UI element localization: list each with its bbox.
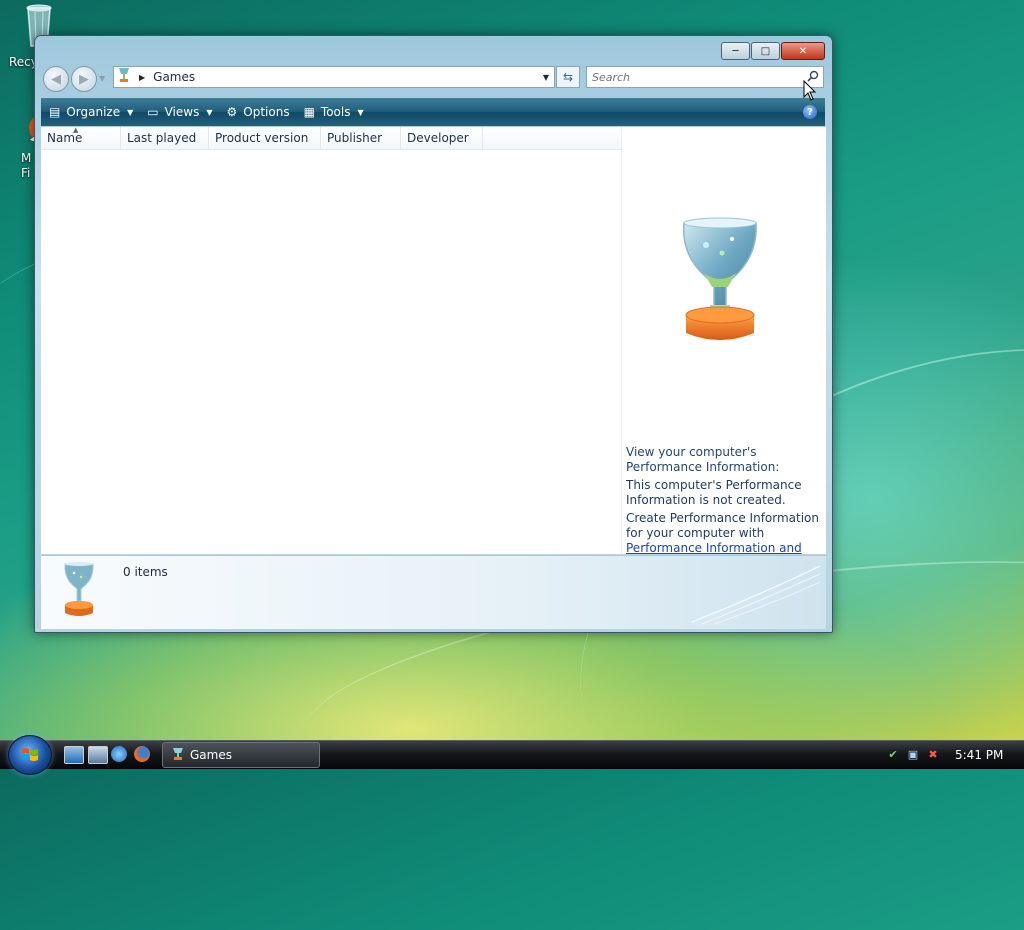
column-label: Last played [127,131,197,145]
search-box[interactable] [586,66,824,88]
column-headers: ▲ Name Last played Product version Publi… [41,126,621,150]
security-center-icon[interactable]: ✔ [885,748,901,762]
address-field[interactable]: ▶ Games ▼ [113,66,555,88]
column-label: Publisher [327,131,383,145]
performance-info-title: View your computer's Performance Informa… [626,445,780,474]
games-trophy-icon [172,747,184,764]
clock[interactable]: 5:41 PM [955,748,1003,762]
back-button[interactable]: ◀ [43,66,69,92]
trophy-icon [682,217,757,340]
views-menu-button[interactable]: ▭ Views ▼ [147,105,212,119]
trophy-icon [64,562,94,616]
switch-windows-quicklaunch[interactable] [88,746,108,764]
details-pane: 0 items [41,555,826,629]
taskbar: Games ✔ ▣ ✖ 5:41 PM [0,735,1024,775]
column-label: Product version [215,131,309,145]
preview-pane: View your computer's Performance Informa… [622,127,826,570]
sort-ascending-icon: ▲ [73,126,79,134]
maximize-button[interactable]: □ [751,42,780,60]
internet-explorer-quicklaunch[interactable] [111,746,127,762]
command-bar: ▤ Organize ▼ ▭ Views ▼ ⚙ Options ▦ Tools… [41,98,825,126]
breadcrumb-games[interactable]: Games [153,70,195,84]
details-swoosh-decoration [692,565,821,624]
chevron-down-icon: ▼ [206,107,213,117]
performance-info-action-text: Create Performance Information for your … [626,511,820,540]
volume-muted-icon[interactable]: ✖ [925,748,941,762]
refresh-button[interactable]: ⇆ [556,66,580,88]
item-count: 0 items [123,565,168,579]
mouse-cursor-icon [803,80,817,101]
forward-button[interactable]: ▶ [71,66,97,92]
chevron-down-icon: ▼ [127,107,134,117]
column-label: Developer [407,131,469,145]
games-content-area: ▲ Name Last played Product version Publi… [41,126,826,570]
navigation-buttons: ◀ ▶ ▼ [43,66,109,92]
caption-buttons: ─ □ ✕ [721,42,825,60]
games-list-pane[interactable]: ▲ Name Last played Product version Publi… [41,126,622,554]
options-button[interactable]: ⚙ Options [227,105,290,119]
tools-menu-button[interactable]: ▦ Tools ▼ [304,105,364,119]
taskbar-button-label: Games [190,748,232,762]
column-header-developer[interactable]: Developer [401,127,483,149]
address-dropdown-icon[interactable]: ▼ [543,73,549,82]
firefox-quicklaunch[interactable] [134,746,150,762]
games-window: ─ □ ✕ ◀ ▶ ▼ ▶ Games ▼ ⇆ Search ▤ Organiz… [34,35,833,633]
organize-icon: ▤ [49,105,61,119]
column-header-name[interactable]: ▲ Name [41,126,121,149]
tools-icon: ▦ [303,105,315,119]
column-header-publisher[interactable]: Publisher [321,127,401,149]
minimize-button[interactable]: ─ [721,42,750,60]
games-trophy-icon [117,67,133,87]
options-label: Options [243,105,290,119]
chevron-down-icon: ▼ [357,107,364,117]
column-header-product-version[interactable]: Product version [209,127,321,149]
network-icon[interactable]: ▣ [905,748,921,762]
views-label: Views [164,105,200,119]
tools-label: Tools [320,105,351,119]
organize-label: Organize [66,105,121,119]
recent-pages-dropdown[interactable]: ▼ [99,74,105,83]
address-bar-row: ◀ ▶ ▼ ▶ Games ▼ ⇆ [43,66,824,92]
organize-menu-button[interactable]: ▤ Organize ▼ [49,105,133,119]
notification-area: ✔ ▣ ✖ 5:41 PM [885,741,1024,769]
column-header-last-played[interactable]: Last played [121,127,209,149]
arrow-right-icon: ▶ [79,71,89,87]
windows-logo-icon [22,748,38,761]
performance-info-status: This computer's Performance Information … [626,478,802,507]
options-icon: ⚙ [226,105,238,119]
close-button[interactable]: ✕ [781,42,825,60]
help-button[interactable]: ? [803,105,817,119]
arrow-left-icon: ◀ [51,71,61,87]
show-desktop-quicklaunch[interactable] [64,746,84,764]
views-icon: ▭ [147,105,159,119]
refresh-icon: ⇆ [562,70,574,84]
breadcrumb-separator-icon[interactable]: ▶ [139,73,145,82]
taskbar-button-games[interactable]: Games [162,742,320,768]
search-input[interactable] [587,69,794,85]
start-button[interactable] [8,735,52,775]
